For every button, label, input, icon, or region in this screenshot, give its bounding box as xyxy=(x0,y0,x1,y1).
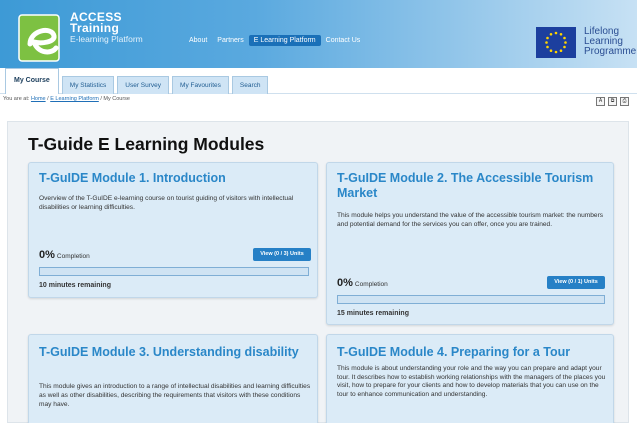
breadcrumb-separator: / xyxy=(47,96,49,102)
nav-about[interactable]: About xyxy=(184,35,212,46)
access-training-logo[interactable] xyxy=(18,14,66,64)
brand-line-3: E-learning Platform xyxy=(70,34,143,44)
view-units-button[interactable]: View (0 / 1) Units xyxy=(547,276,605,289)
breadcrumb-home-link[interactable]: Home xyxy=(31,96,46,102)
breadcrumb-separator: / xyxy=(100,96,102,102)
tab-my-favourites[interactable]: My Favourites xyxy=(172,76,229,94)
completion-label: Completion xyxy=(56,253,90,260)
time-remaining: 15 minutes remaining xyxy=(337,310,409,317)
eu-flag-icon xyxy=(536,27,576,58)
print-preview-icon[interactable]: ⧉ xyxy=(608,97,617,106)
text-resize-icon[interactable]: A xyxy=(596,97,605,106)
completion-percent-value: 0% xyxy=(39,249,55,261)
completion-label: Completion xyxy=(354,281,388,288)
site-header: ACCESS Training E-learning Platform Abou… xyxy=(0,0,637,68)
tab-bar: My Course My Statistics User Survey My F… xyxy=(0,68,637,94)
completion-percent: 0% Completion xyxy=(337,277,388,289)
nav-contact-us[interactable]: Contact Us xyxy=(321,35,366,46)
completion-percent-value: 0% xyxy=(337,277,353,289)
module-description: This module helps you understand the val… xyxy=(337,212,604,228)
progress-bar xyxy=(39,267,309,276)
module-card-1: T-GuIDE Module 1. Introduction Overview … xyxy=(28,162,318,298)
print-icon[interactable]: ⎙ xyxy=(620,97,629,106)
module-description: This module is about understanding your … xyxy=(337,365,606,398)
progress-bar xyxy=(337,295,605,304)
top-navigation: About Partners E Learning Platform Conta… xyxy=(184,35,365,46)
page-tools: A ⧉ ⎙ xyxy=(596,97,629,106)
tab-my-course[interactable]: My Course xyxy=(5,68,59,94)
view-units-button[interactable]: View (0 / 3) Units xyxy=(253,248,311,261)
page-title: T-Guide E Learning Modules xyxy=(28,134,265,154)
module-description: This module gives an introduction to a r… xyxy=(39,383,311,408)
completion-percent: 0% Completion xyxy=(39,249,90,261)
module-title[interactable]: T-GuIDE Module 1. Introduction xyxy=(39,171,309,186)
tab-my-statistics[interactable]: My Statistics xyxy=(61,76,115,94)
brand-line-2: Training xyxy=(70,21,120,35)
nav-partners[interactable]: Partners xyxy=(212,35,248,46)
module-title[interactable]: T-GuIDE Module 3. Understanding disabili… xyxy=(39,345,299,360)
llp-line-3: Programme xyxy=(584,46,637,57)
time-remaining: 10 minutes remaining xyxy=(39,282,111,289)
main-content: T-Guide E Learning Modules T-GuIDE Modul… xyxy=(7,121,629,423)
breadcrumb: You are at: Home / E Learning Platform /… xyxy=(3,96,130,102)
breadcrumb-current: My Course xyxy=(103,96,130,102)
module-description: Overview of the T-GuIDE e-learning cours… xyxy=(39,195,294,211)
module-title[interactable]: T-GuIDE Module 2. The Accessible Tourism… xyxy=(337,171,605,201)
lifelong-learning-programme: Lifelong Learning Programme xyxy=(584,27,636,57)
modules-panel: T-Guide E Learning Modules T-GuIDE Modul… xyxy=(8,122,630,423)
nav-e-learning-platform[interactable]: E Learning Platform xyxy=(248,35,321,46)
module-card-4: T-GuIDE Module 4. Preparing for a Tour T… xyxy=(326,334,614,423)
breadcrumb-prefix: You are at: xyxy=(3,96,30,102)
module-card-3: T-GuIDE Module 3. Understanding disabili… xyxy=(28,334,318,423)
module-card-2: T-GuIDE Module 2. The Accessible Tourism… xyxy=(326,162,614,325)
module-title[interactable]: T-GuIDE Module 4. Preparing for a Tour xyxy=(337,345,609,360)
breadcrumb-platform-link[interactable]: E Learning Platform xyxy=(50,96,99,102)
tab-user-survey[interactable]: User Survey xyxy=(117,76,170,94)
brand-name: ACCESS Training E-learning Platform xyxy=(70,11,143,45)
tab-search[interactable]: Search xyxy=(231,76,269,94)
